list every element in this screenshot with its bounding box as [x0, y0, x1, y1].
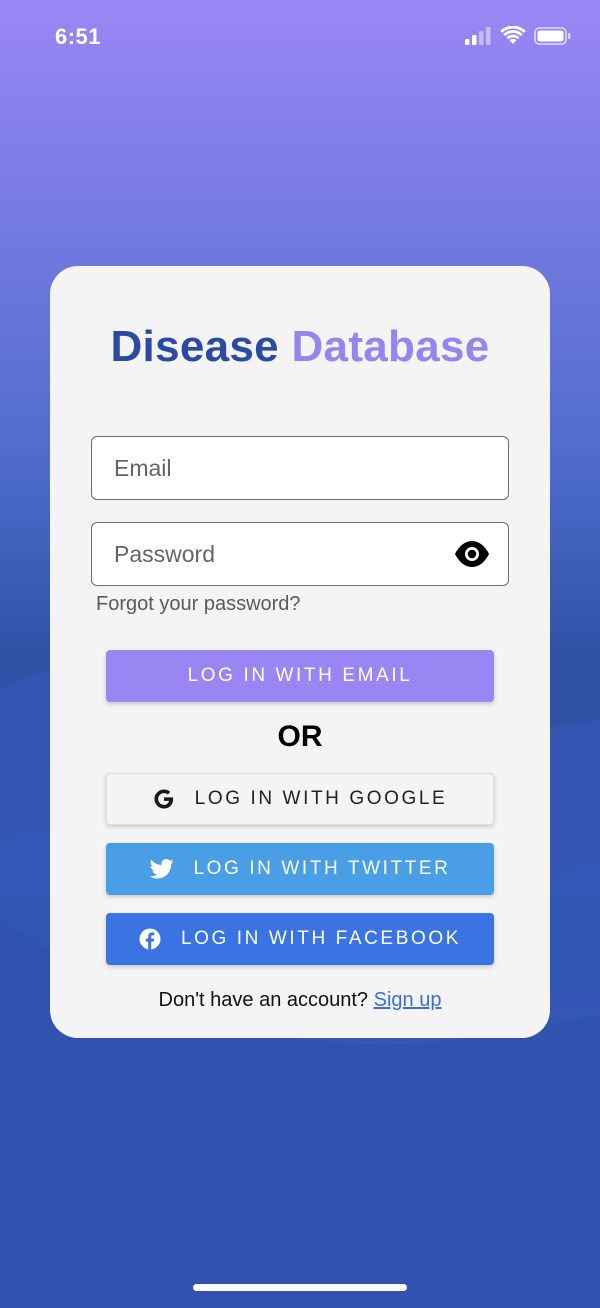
- twitter-icon: [149, 859, 174, 879]
- password-input[interactable]: [112, 523, 436, 586]
- login-email-label: LOG IN WITH EMAIL: [187, 665, 413, 686]
- signup-row: Don't have an account? Sign up: [0, 989, 600, 1012]
- login-google-button[interactable]: LOG IN WITH GOOGLE: [106, 773, 494, 825]
- login-facebook-button[interactable]: LOG IN WITH FACEBOOK: [106, 913, 494, 965]
- wifi-icon: [500, 26, 526, 44]
- app-title-part2: Database: [291, 322, 490, 371]
- login-twitter-button[interactable]: LOG IN WITH TWITTER: [106, 843, 494, 895]
- app-title: Disease Database: [0, 322, 600, 372]
- login-facebook-label: LOG IN WITH FACEBOOK: [180, 928, 462, 949]
- signup-prompt: Don't have an account?: [158, 989, 369, 1011]
- signup-link[interactable]: Sign up: [374, 989, 442, 1011]
- status-time: 6:51: [55, 24, 102, 49]
- cellular-signal-icon: [465, 27, 491, 45]
- facebook-icon: [139, 928, 161, 950]
- app-title-part1: Disease: [110, 322, 279, 371]
- login-google-label: LOG IN WITH GOOGLE: [194, 788, 448, 809]
- login-twitter-label: LOG IN WITH TWITTER: [193, 858, 451, 879]
- battery-icon: [534, 27, 571, 45]
- email-input[interactable]: [112, 437, 436, 500]
- password-field[interactable]: [91, 522, 509, 586]
- login-email-button[interactable]: LOG IN WITH EMAIL: [106, 650, 494, 702]
- forgot-password-link[interactable]: Forgot your password?: [96, 593, 301, 616]
- home-indicator[interactable]: [193, 1284, 407, 1291]
- status-icons: [464, 26, 572, 46]
- email-field[interactable]: [91, 436, 509, 500]
- or-divider: OR: [277, 720, 323, 753]
- status-bar: 6:51: [0, 0, 600, 80]
- google-icon: [154, 789, 173, 809]
- eye-icon[interactable]: [454, 540, 490, 568]
